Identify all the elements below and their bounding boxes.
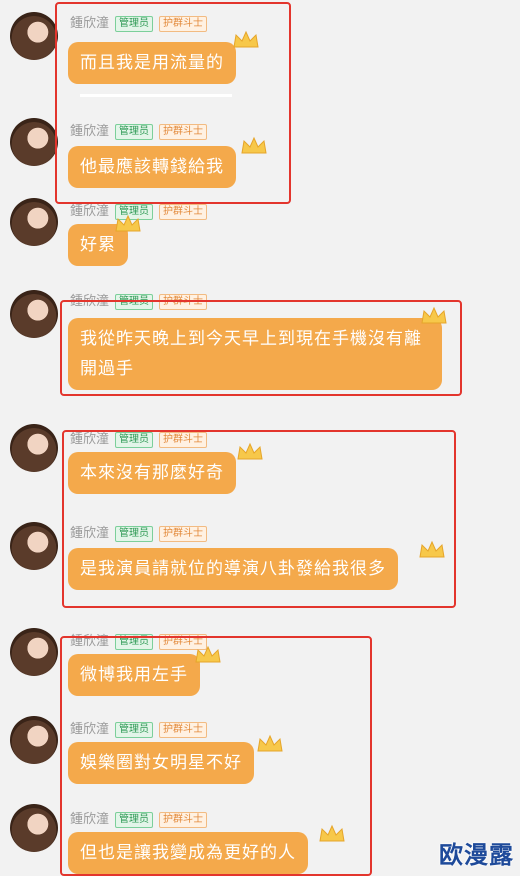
crown-icon xyxy=(233,30,259,48)
avatar[interactable] xyxy=(10,424,58,472)
avatar[interactable] xyxy=(10,118,58,166)
crown-icon xyxy=(237,442,263,460)
sender-name[interactable]: 鍾欣潼 xyxy=(70,526,109,541)
crown-icon xyxy=(319,824,345,842)
crown-icon xyxy=(419,540,445,558)
guard-badge: 护群斗士 xyxy=(159,16,208,32)
avatar[interactable] xyxy=(10,628,58,676)
admin-badge: 管理员 xyxy=(115,722,154,738)
avatar[interactable] xyxy=(10,198,58,246)
sender-name[interactable]: 鍾欣潼 xyxy=(70,294,109,309)
avatar[interactable] xyxy=(10,522,58,570)
watermark-logo: 欧漫露 xyxy=(439,840,514,869)
avatar[interactable] xyxy=(10,290,58,338)
sender-name[interactable]: 鍾欣潼 xyxy=(70,432,109,447)
admin-badge: 管理员 xyxy=(115,432,154,448)
guard-badge: 护群斗士 xyxy=(159,432,208,448)
sender-name[interactable]: 鍾欣潼 xyxy=(70,634,109,649)
guard-badge: 护群斗士 xyxy=(159,812,208,828)
message-bubble[interactable]: 但也是讓我變成為更好的人 xyxy=(68,832,308,874)
message-bubble[interactable]: 本來沒有那麼好奇 xyxy=(68,452,236,494)
guard-badge: 护群斗士 xyxy=(159,124,208,140)
divider xyxy=(80,94,232,97)
sender-name-row: 鍾欣潼 管理员 护群斗士 xyxy=(70,290,208,310)
sender-name[interactable]: 鍾欣潼 xyxy=(70,124,109,139)
message-bubble[interactable]: 而且我是用流量的 xyxy=(68,42,236,84)
admin-badge: 管理员 xyxy=(115,812,154,828)
sender-name-row: 鍾欣潼 管理员 护群斗士 xyxy=(70,12,208,32)
avatar[interactable] xyxy=(10,804,58,852)
sender-name[interactable]: 鍾欣潼 xyxy=(70,204,109,219)
sender-name-row: 鍾欣潼 管理员 护群斗士 xyxy=(70,120,208,140)
message-bubble[interactable]: 娛樂圈對女明星不好 xyxy=(68,742,254,784)
admin-badge: 管理员 xyxy=(115,634,154,650)
sender-name-row: 鍾欣潼 管理员 护群斗士 xyxy=(70,630,208,650)
sender-name-row: 鍾欣潼 管理员 护群斗士 xyxy=(70,522,208,542)
crown-icon xyxy=(195,645,221,663)
crown-icon xyxy=(421,306,447,324)
admin-badge: 管理员 xyxy=(115,294,154,310)
admin-badge: 管理员 xyxy=(115,124,154,140)
guard-badge: 护群斗士 xyxy=(159,722,208,738)
crown-icon xyxy=(257,734,283,752)
sender-name[interactable]: 鍾欣潼 xyxy=(70,812,109,827)
sender-name[interactable]: 鍾欣潼 xyxy=(70,722,109,737)
message-bubble[interactable]: 是我演員請就位的導演八卦發給我很多 xyxy=(68,548,398,590)
sender-name-row: 鍾欣潼 管理员 护群斗士 xyxy=(70,808,208,828)
guard-badge: 护群斗士 xyxy=(159,204,208,220)
guard-badge: 护群斗士 xyxy=(159,294,208,310)
avatar[interactable] xyxy=(10,12,58,60)
message-bubble[interactable]: 我從昨天晚上到今天早上到現在手機沒有離開過手 xyxy=(68,318,442,390)
crown-icon xyxy=(241,136,267,154)
admin-badge: 管理员 xyxy=(115,526,154,542)
crown-icon xyxy=(115,214,141,232)
sender-name[interactable]: 鍾欣潼 xyxy=(70,16,109,31)
message-bubble[interactable]: 微博我用左手 xyxy=(68,654,200,696)
admin-badge: 管理员 xyxy=(115,16,154,32)
sender-name-row: 鍾欣潼 管理员 护群斗士 xyxy=(70,718,208,738)
guard-badge: 护群斗士 xyxy=(159,526,208,542)
sender-name-row: 鍾欣潼 管理员 护群斗士 xyxy=(70,428,208,448)
message-bubble[interactable]: 他最應該轉錢給我 xyxy=(68,146,236,188)
avatar[interactable] xyxy=(10,716,58,764)
